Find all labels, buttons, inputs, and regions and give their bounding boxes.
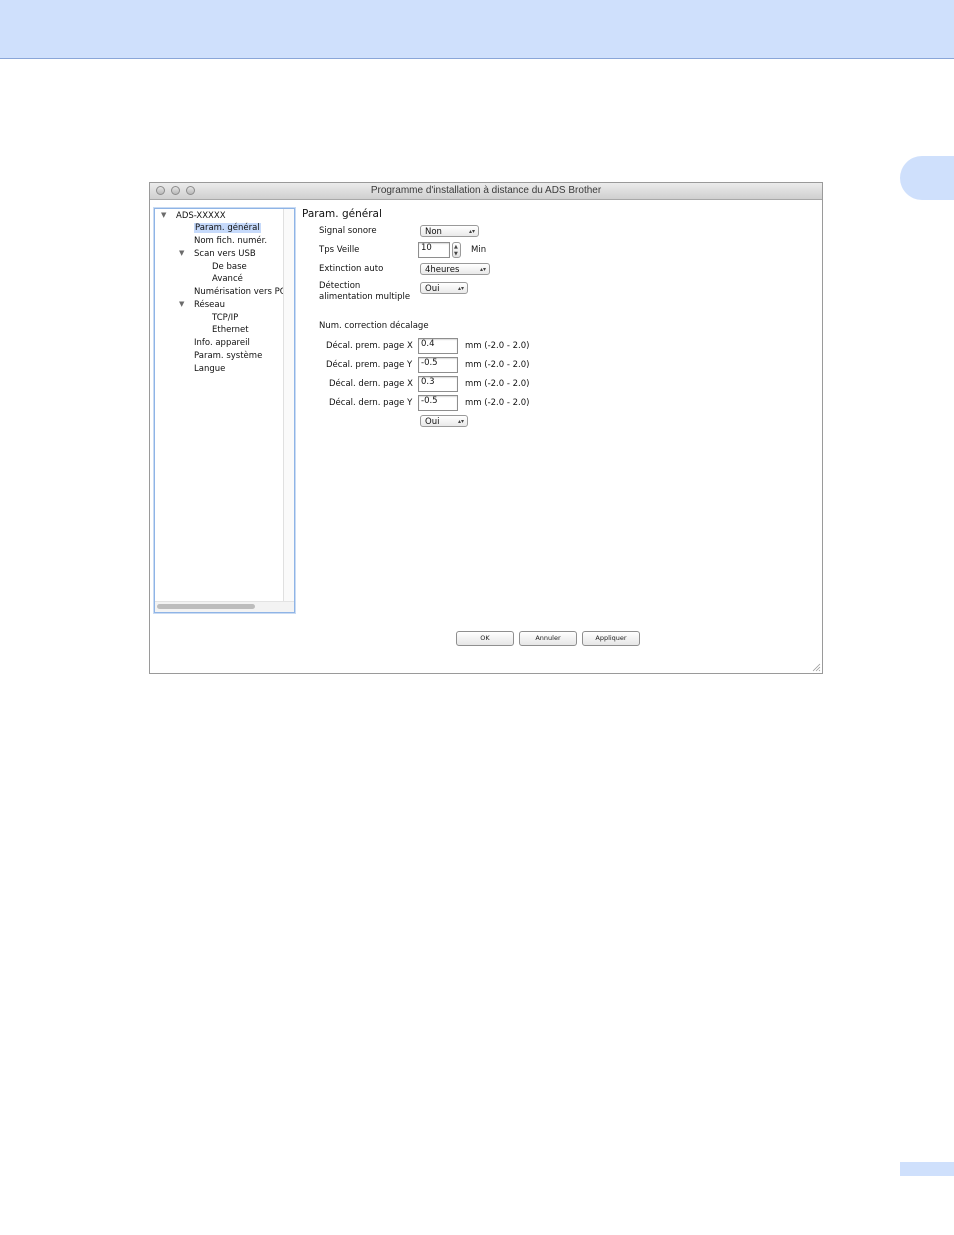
tps-veille-input[interactable]: 10 [418, 242, 450, 258]
window-titlebar[interactable]: Programme d'installation à distance du A… [150, 183, 822, 200]
tree-item-de-base[interactable]: De base [212, 262, 247, 273]
disclosure-triangle-icon[interactable]: ▼ [161, 211, 166, 219]
select-arrows-icon: ▴▾ [468, 228, 475, 235]
select-arrows-icon: ▴▾ [479, 266, 486, 273]
offset-range: mm (-2.0 - 2.0) [465, 360, 530, 370]
offset-input[interactable]: 0.4 [418, 338, 458, 354]
stepper-up-icon[interactable]: ▲ [454, 245, 458, 250]
settings-tree: ▼ ADS-XXXXX Param. général Nom fich. num… [154, 208, 295, 613]
tps-veille-unit: Min [471, 245, 487, 255]
disclosure-triangle-icon[interactable]: ▼ [179, 249, 184, 257]
settings-window: Programme d'installation à distance du A… [149, 182, 823, 674]
offset-range: mm (-2.0 - 2.0) [465, 398, 530, 408]
offset-label: Décal. prem. page Y [326, 360, 413, 370]
tps-veille-label: Tps Veille [319, 245, 360, 255]
offset-range: mm (-2.0 - 2.0) [465, 379, 530, 389]
select-arrows-icon: ▴▾ [457, 418, 464, 425]
offset-label: Décal. dern. page X [329, 379, 413, 389]
settings-panel: Param. général Signal sonore Non ▴▾ Tps V… [296, 200, 822, 673]
detection-label-line2: alimentation multiple [319, 292, 411, 302]
cancel-button[interactable]: Annuler [519, 631, 577, 646]
tree-item-scan-usb[interactable]: Scan vers USB [194, 249, 256, 260]
extinction-auto-select[interactable]: 4heures ▴▾ [420, 263, 490, 275]
offset-input[interactable]: 0.3 [418, 376, 458, 392]
tree-item-param-general[interactable]: Param. général [194, 223, 261, 234]
offset-label: Décal. prem. page X [326, 341, 413, 351]
tree-scroll-thumb[interactable] [157, 604, 255, 609]
tree-vertical-scrollbar[interactable] [283, 209, 294, 601]
resize-grip-icon[interactable] [812, 663, 821, 672]
tree-item-nom-fich[interactable]: Nom fich. numér. [194, 236, 267, 247]
chapter-tab [900, 156, 954, 200]
offset-range: mm (-2.0 - 2.0) [465, 341, 530, 351]
detection-select[interactable]: Oui ▴▾ [420, 282, 468, 294]
apply-button[interactable]: Appliquer [582, 631, 640, 646]
offset-label: Décal. dern. page Y [329, 398, 413, 408]
tree-item-root[interactable]: ADS-XXXXX [176, 211, 226, 222]
tree-horizontal-scrollbar[interactable] [155, 601, 294, 612]
extinction-auto-label: Extinction auto [319, 264, 384, 274]
tree-item-info-appareil[interactable]: Info. appareil [194, 338, 250, 349]
tree-item-langue[interactable]: Langue [194, 364, 225, 375]
tree-item-numerisation-pc[interactable]: Numérisation vers PC [194, 287, 285, 298]
tree-item-ethernet[interactable]: Ethernet [212, 325, 249, 336]
detection-label-line1: Détection [319, 281, 361, 291]
offset-section-label: Num. correction décalage [319, 321, 429, 331]
offset-input[interactable]: -0.5 [418, 357, 458, 373]
window-title: Programme d'installation à distance du A… [370, 185, 602, 196]
offset-input[interactable]: -0.5 [418, 395, 458, 411]
stepper-down-icon[interactable]: ▼ [454, 252, 458, 257]
disclosure-triangle-icon[interactable]: ▼ [179, 300, 184, 308]
page-header-band [0, 0, 954, 59]
page-footer-tab [900, 1162, 954, 1176]
offset-toggle-select[interactable]: Oui ▴▾ [420, 415, 468, 427]
signal-sonore-select[interactable]: Non ▴▾ [420, 225, 479, 237]
tree-item-reseau[interactable]: Réseau [194, 300, 225, 311]
tps-veille-stepper[interactable]: ▲ ▼ [452, 242, 461, 258]
panel-title: Param. général [302, 208, 382, 220]
tree-item-tcpip[interactable]: TCP/IP [212, 313, 238, 324]
tree-item-avance[interactable]: Avancé [212, 274, 243, 285]
signal-sonore-label: Signal sonore [319, 226, 377, 236]
tree-content: ▼ ADS-XXXXX Param. général Nom fich. num… [155, 209, 285, 601]
tree-item-param-systeme[interactable]: Param. système [194, 351, 262, 362]
ok-button[interactable]: OK [456, 631, 514, 646]
select-arrows-icon: ▴▾ [457, 285, 464, 292]
